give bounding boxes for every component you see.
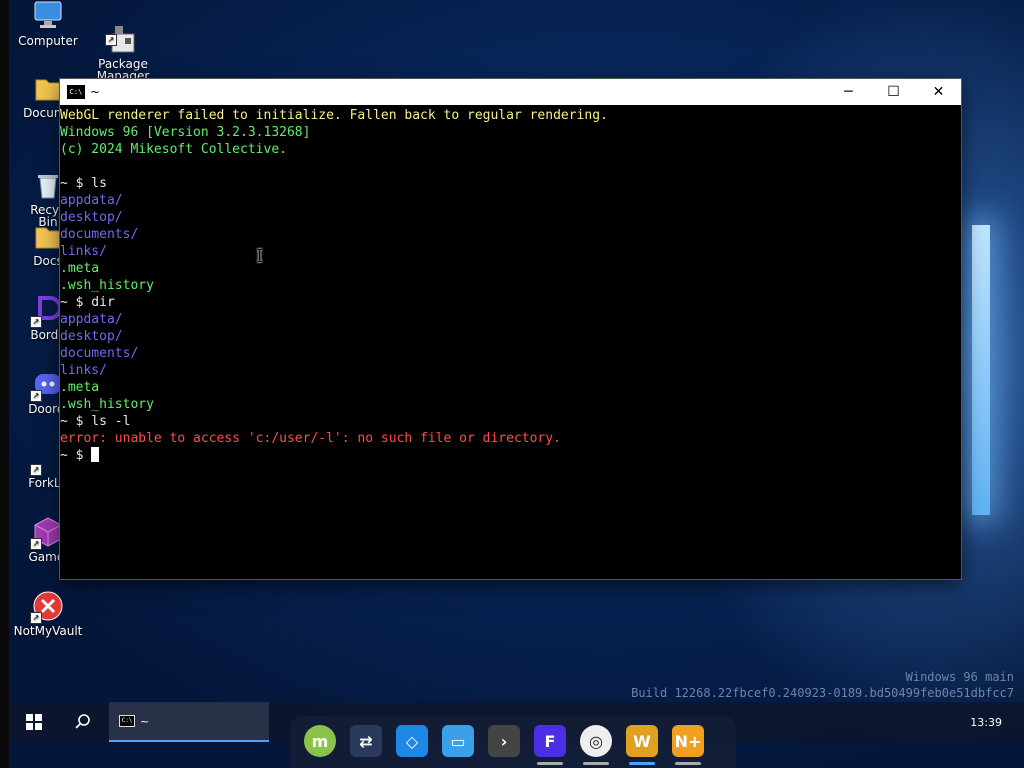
terminal-line: desktop/	[60, 210, 123, 225]
terminal-line: documents/	[60, 346, 139, 361]
search-button[interactable]	[61, 702, 105, 742]
terminal-line: Windows 96 [Version 3.2.3.13268]	[60, 125, 311, 140]
terminal-line: ~ $ ls	[60, 176, 107, 191]
terminal-line: appdata/	[60, 312, 123, 327]
terminal-cursor	[91, 447, 100, 462]
dock-store-icon[interactable]: ◇	[396, 725, 428, 757]
terminal-output[interactable]: WebGL renderer failed to initialize. Fal…	[60, 105, 961, 464]
watermark-edition: Windows 96 main	[905, 670, 1014, 684]
desktop-icon-notmyvault[interactable]: ↗ NotMyVault	[10, 590, 86, 638]
dock-settings-icon[interactable]: ⇄	[350, 725, 382, 757]
terminal-line: .wsh_history	[60, 397, 154, 412]
terminal-line: desktop/	[60, 329, 123, 344]
terminal-prompt-line[interactable]: ~ $	[60, 447, 961, 464]
terminal-line: ~ $ ls -l	[60, 414, 131, 429]
dock-running-indicator	[583, 762, 609, 765]
taskbar-item-label: ~	[140, 714, 150, 728]
desktop-icon-computer[interactable]: Computer	[10, 0, 86, 48]
watermark-build: Build 12268.22fbcef0.240923-0189.bd50499…	[631, 686, 1014, 700]
terminal-app-icon: C:\	[119, 715, 135, 727]
taskbar-item-terminal[interactable]: C:\ ~	[109, 702, 269, 742]
terminal-line: appdata/	[60, 193, 123, 208]
screen-edge	[0, 0, 9, 768]
error-x-icon: ↗	[30, 590, 64, 624]
terminal-titlebar[interactable]: C:\ ~ ─ ☐ ✕	[60, 79, 961, 105]
dock-running-indicator	[675, 762, 701, 765]
dock-running-indicator	[629, 762, 655, 765]
wallpaper-light	[972, 225, 990, 515]
terminal-line: links/	[60, 363, 107, 378]
computer-icon	[32, 0, 64, 32]
search-icon	[75, 714, 90, 729]
app-dock: m ⇄ ◇ ▭ › F ◎ W N+	[290, 716, 736, 768]
terminal-line: ~ $ dir	[60, 295, 115, 310]
dock-notepad-plus-icon[interactable]: N+	[672, 725, 704, 757]
terminal-line: error: unable to access 'c:/user/-l': no…	[60, 431, 561, 446]
dock-files-icon[interactable]: ▭	[442, 725, 474, 757]
desktop-icon-label: Computer	[18, 34, 78, 48]
desktop-icon-label: Docs	[33, 254, 63, 268]
dock-terminal-icon[interactable]: ›	[488, 725, 520, 757]
close-button[interactable]: ✕	[916, 79, 961, 105]
package-icon: ↗	[105, 12, 139, 53]
terminal-line: .wsh_history	[60, 278, 154, 293]
terminal-line: .meta	[60, 261, 100, 276]
terminal-line: (c) 2024 Mikesoft Collective.	[60, 142, 287, 157]
desktop-icon-label: NotMyVault	[13, 624, 83, 638]
dock-globe-icon[interactable]: ◎	[580, 725, 612, 757]
dock-running-indicator	[537, 762, 563, 765]
maximize-button[interactable]: ☐	[871, 79, 916, 105]
terminal-prompt: ~ $	[60, 448, 92, 463]
dock-fmod-icon[interactable]: F	[534, 725, 566, 757]
taskbar-clock[interactable]: 13:39	[970, 716, 1002, 729]
windows-logo-icon	[26, 714, 42, 730]
terminal-line: links/	[60, 244, 107, 259]
terminal-line: .meta	[60, 380, 100, 395]
start-button[interactable]	[9, 702, 57, 742]
terminal-window[interactable]: C:\ ~ ─ ☐ ✕ WebGL renderer failed to ini…	[60, 79, 961, 579]
terminal-line: WebGL renderer failed to initialize. Fal…	[60, 108, 608, 123]
text-cursor-ibeam-icon: I	[256, 246, 264, 267]
terminal-app-icon: C:\	[67, 85, 85, 99]
dock-w-app-icon[interactable]: W	[626, 725, 658, 757]
terminal-line: documents/	[60, 227, 139, 242]
dock-linux-mint-icon[interactable]: m	[304, 725, 336, 757]
desktop-icon-package-manager[interactable]: ↗ Package Manager	[85, 0, 161, 82]
minimize-button[interactable]: ─	[826, 79, 871, 105]
terminal-title: ~	[90, 85, 101, 99]
